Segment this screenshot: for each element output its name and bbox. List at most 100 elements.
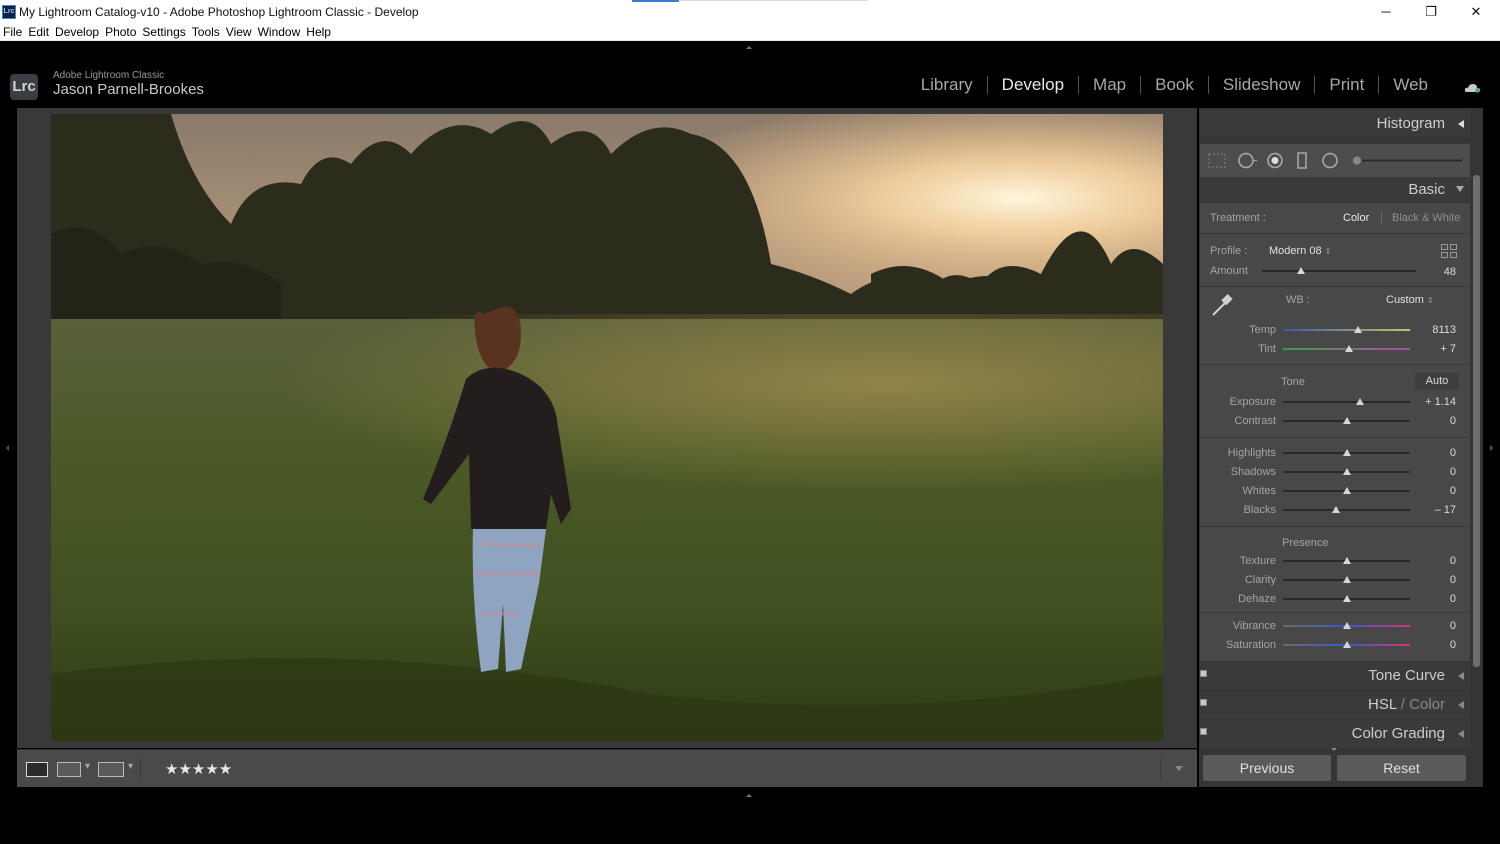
temp-slider-thumb[interactable]: [1353, 326, 1362, 333]
blacks-slider-track[interactable]: [1283, 509, 1410, 511]
right-panel-scrollbar[interactable]: [1473, 175, 1480, 667]
color-grading-expand-icon[interactable]: [1458, 730, 1464, 738]
radial-filter-icon[interactable]: [1322, 152, 1338, 169]
saturation-value[interactable]: 0: [1416, 639, 1456, 651]
temp-value[interactable]: 8113: [1416, 324, 1456, 336]
menu-develop[interactable]: Develop: [52, 25, 102, 39]
contrast-value[interactable]: 0: [1416, 415, 1456, 427]
before-after-split-icon[interactable]: [98, 762, 124, 777]
treatment-color-option[interactable]: Color: [1343, 212, 1369, 224]
menu-window[interactable]: Window: [255, 25, 304, 39]
adjustment-brush-icon[interactable]: [1353, 156, 1462, 165]
spot-removal-icon[interactable]: [1238, 152, 1257, 169]
highlights-slider-thumb[interactable]: [1342, 449, 1351, 456]
crop-overlay-icon[interactable]: [1208, 153, 1226, 168]
vibrance-slider-thumb[interactable]: [1342, 622, 1351, 629]
wb-eyedropper-icon[interactable]: [1209, 291, 1237, 319]
menu-file[interactable]: File: [0, 25, 25, 39]
histogram-collapse-icon[interactable]: [1458, 120, 1464, 128]
wb-label: WB :: [1286, 294, 1310, 306]
exposure-value[interactable]: + 1.14: [1416, 396, 1456, 408]
module-slideshow[interactable]: Slideshow: [1209, 75, 1315, 95]
loupe-view-icon[interactable]: [26, 762, 48, 777]
shadows-value[interactable]: 0: [1416, 466, 1456, 478]
hsl-panel-header[interactable]: HSL / Color: [1200, 691, 1470, 719]
clarity-value[interactable]: 0: [1416, 574, 1456, 586]
cloud-sync-icon[interactable]: [1464, 83, 1482, 93]
dehaze-value[interactable]: 0: [1416, 593, 1456, 605]
highlights-value[interactable]: 0: [1416, 447, 1456, 459]
module-print[interactable]: Print: [1315, 75, 1378, 95]
module-web[interactable]: Web: [1379, 75, 1442, 95]
star-rating[interactable]: ★★★★★: [165, 760, 232, 778]
maximize-button[interactable]: ❐: [1408, 0, 1454, 23]
hsl-expand-icon[interactable]: [1458, 701, 1464, 709]
dehaze-slider-thumb[interactable]: [1342, 595, 1351, 602]
color-grading-toggle-switch[interactable]: [1200, 728, 1207, 735]
photo-preview[interactable]: [51, 114, 1163, 741]
histogram-panel-header[interactable]: Histogram: [1200, 110, 1470, 137]
menu-view[interactable]: View: [223, 25, 255, 39]
hsl-title[interactable]: HSL: [1368, 696, 1397, 713]
tone-curve-toggle-switch[interactable]: [1200, 670, 1207, 677]
exposure-slider-track[interactable]: [1283, 401, 1410, 403]
basic-expand-icon[interactable]: [1456, 186, 1464, 192]
amount-value[interactable]: 48: [1416, 266, 1456, 278]
reset-button[interactable]: Reset: [1337, 755, 1466, 781]
collapse-filmstrip-icon[interactable]: [746, 794, 752, 797]
tone-curve-panel-header[interactable]: Tone Curve: [1200, 662, 1470, 690]
blacks-value[interactable]: – 17: [1416, 504, 1456, 516]
graduated-filter-icon[interactable]: [1297, 152, 1307, 169]
shadows-slider-thumb[interactable]: [1342, 468, 1351, 475]
clarity-slider-thumb[interactable]: [1342, 576, 1351, 583]
module-develop[interactable]: Develop: [988, 75, 1078, 95]
menu-photo[interactable]: Photo: [102, 25, 139, 39]
exposure-slider-thumb[interactable]: [1356, 398, 1365, 405]
wb-dropdown[interactable]: Custom ⇕: [1386, 294, 1434, 306]
auto-tone-button[interactable]: Auto: [1415, 373, 1459, 390]
menu-edit[interactable]: Edit: [25, 25, 52, 39]
module-book[interactable]: Book: [1141, 75, 1208, 95]
profile-browser-icon[interactable]: [1441, 244, 1457, 258]
section-divider: [1200, 364, 1470, 365]
contrast-slider-thumb[interactable]: [1342, 417, 1351, 424]
whites-value[interactable]: 0: [1416, 485, 1456, 497]
previous-button[interactable]: Previous: [1203, 755, 1331, 781]
minimize-button[interactable]: ─: [1363, 0, 1409, 23]
menu-tools[interactable]: Tools: [189, 25, 223, 39]
saturation-slider-thumb[interactable]: [1342, 641, 1351, 648]
split-dropdown-icon[interactable]: ▾: [128, 761, 133, 772]
menu-settings[interactable]: Settings: [139, 25, 188, 39]
collapse-top-panel-icon[interactable]: [746, 46, 752, 49]
tint-value[interactable]: + 7: [1416, 343, 1456, 355]
tone-curve-expand-icon[interactable]: [1458, 672, 1464, 680]
hsl-toggle-switch[interactable]: [1200, 699, 1207, 706]
tint-label: Tint: [1258, 343, 1276, 355]
amount-slider-track[interactable]: [1262, 270, 1416, 272]
temp-slider-track[interactable]: [1283, 329, 1410, 331]
profile-dropdown[interactable]: Modern 08 ⇕: [1269, 245, 1331, 257]
vibrance-value[interactable]: 0: [1416, 620, 1456, 632]
basic-panel-header[interactable]: Basic: [1200, 177, 1470, 203]
texture-slider-thumb[interactable]: [1342, 557, 1351, 564]
treatment-bw-option[interactable]: Black & White: [1392, 212, 1460, 224]
identity-bar: Lrc Adobe Lightroom Classic Jason Parnel…: [0, 41, 1500, 108]
module-library[interactable]: Library: [907, 75, 987, 95]
color-title[interactable]: Color: [1409, 696, 1445, 713]
texture-value[interactable]: 0: [1416, 555, 1456, 567]
before-after-icon[interactable]: [57, 762, 81, 777]
menu-help[interactable]: Help: [303, 25, 334, 39]
collapse-right-panel-icon[interactable]: [1490, 445, 1493, 451]
color-grading-panel-header[interactable]: Color Grading: [1200, 720, 1470, 748]
tint-slider-thumb[interactable]: [1345, 345, 1354, 352]
module-map[interactable]: Map: [1079, 75, 1140, 95]
blacks-slider-thumb[interactable]: [1332, 506, 1341, 513]
close-button[interactable]: ✕: [1453, 0, 1499, 23]
before-after-dropdown-icon[interactable]: ▾: [85, 761, 90, 772]
whites-slider-thumb[interactable]: [1342, 487, 1351, 494]
red-eye-icon[interactable]: [1267, 152, 1283, 169]
temp-label: Temp: [1249, 324, 1276, 336]
collapse-left-panel-icon[interactable]: [6, 445, 9, 451]
amount-slider-thumb[interactable]: [1296, 267, 1305, 274]
toolbar-options-dropdown-icon[interactable]: [1175, 766, 1183, 771]
